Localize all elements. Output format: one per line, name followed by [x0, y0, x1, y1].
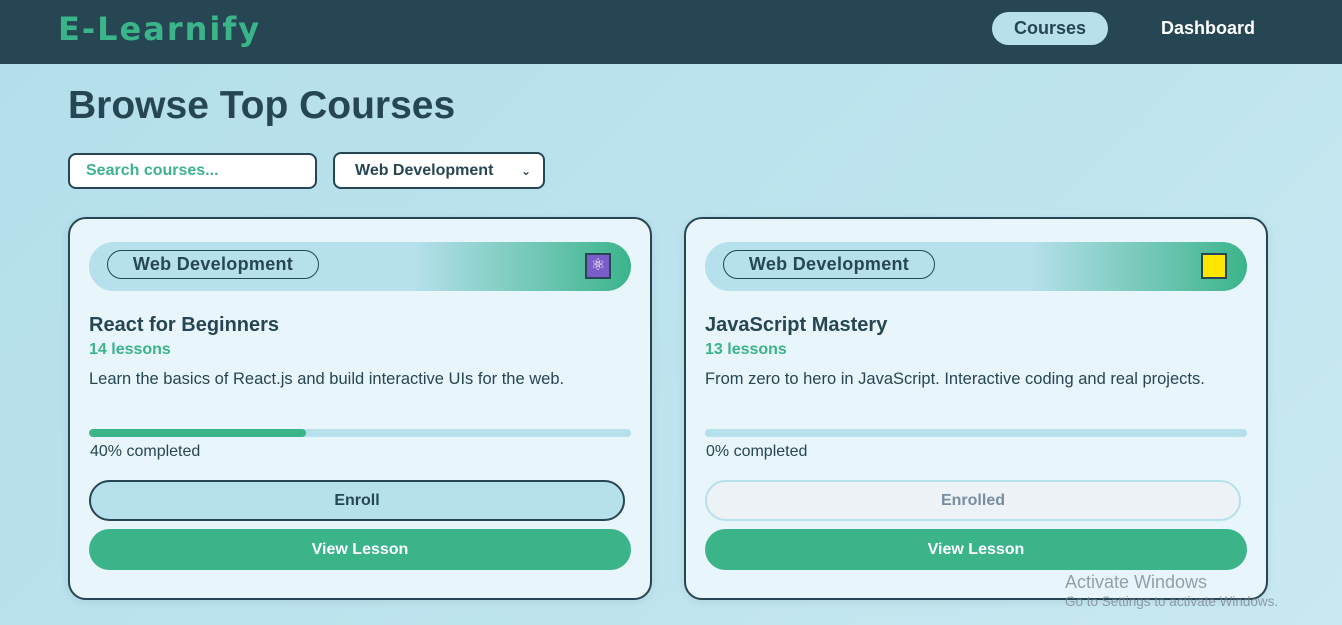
- page-title: Browse Top Courses: [68, 84, 456, 127]
- watermark-subtitle: Go to Settings to activate Windows.: [1065, 594, 1279, 609]
- lesson-count: 13 lessons: [705, 341, 787, 358]
- chevron-down-icon: ⌄: [520, 163, 531, 178]
- nav-dashboard-button[interactable]: Dashboard: [1150, 12, 1266, 45]
- category-select[interactable]: Web Development ⌄: [333, 152, 545, 189]
- course-card: Web Development ⚛ React for Beginners 14…: [68, 217, 652, 600]
- progress-bar: [705, 429, 1247, 437]
- course-description: From zero to hero in JavaScript. Interac…: [705, 370, 1205, 388]
- watermark-title: Activate Windows: [1065, 572, 1208, 592]
- enroll-button[interactable]: Enroll: [89, 480, 625, 521]
- category-badge: Web Development: [107, 250, 319, 279]
- view-lesson-button[interactable]: View Lesson: [705, 529, 1247, 570]
- progress-fill: [89, 429, 306, 437]
- top-navbar: E-Learnify Courses Dashboard: [0, 0, 1342, 64]
- course-title: JavaScript Mastery: [705, 314, 888, 336]
- javascript-icon: [1201, 253, 1227, 279]
- atom-icon: ⚛: [585, 253, 611, 279]
- activate-windows-watermark: Activate Windows Go to Settings to activ…: [1065, 571, 1278, 611]
- search-input[interactable]: [68, 153, 317, 189]
- progress-text: 0% completed: [706, 443, 808, 460]
- enrolled-button[interactable]: Enrolled: [705, 480, 1241, 521]
- course-card: Web Development JavaScript Mastery 13 le…: [684, 217, 1268, 600]
- course-banner: Web Development ⚛: [89, 242, 631, 291]
- view-lesson-button[interactable]: View Lesson: [89, 529, 631, 570]
- progress-text: 40% completed: [90, 443, 201, 460]
- course-description: Learn the basics of React.js and build i…: [89, 370, 565, 388]
- brand-logo[interactable]: E-Learnify: [58, 10, 261, 48]
- course-title: React for Beginners: [89, 314, 280, 336]
- category-badge: Web Development: [723, 250, 935, 279]
- category-select-value: Web Development: [355, 161, 494, 179]
- course-banner: Web Development: [705, 242, 1247, 291]
- nav-courses-button[interactable]: Courses: [992, 12, 1108, 45]
- lesson-count: 14 lessons: [89, 341, 171, 358]
- progress-bar: [89, 429, 631, 437]
